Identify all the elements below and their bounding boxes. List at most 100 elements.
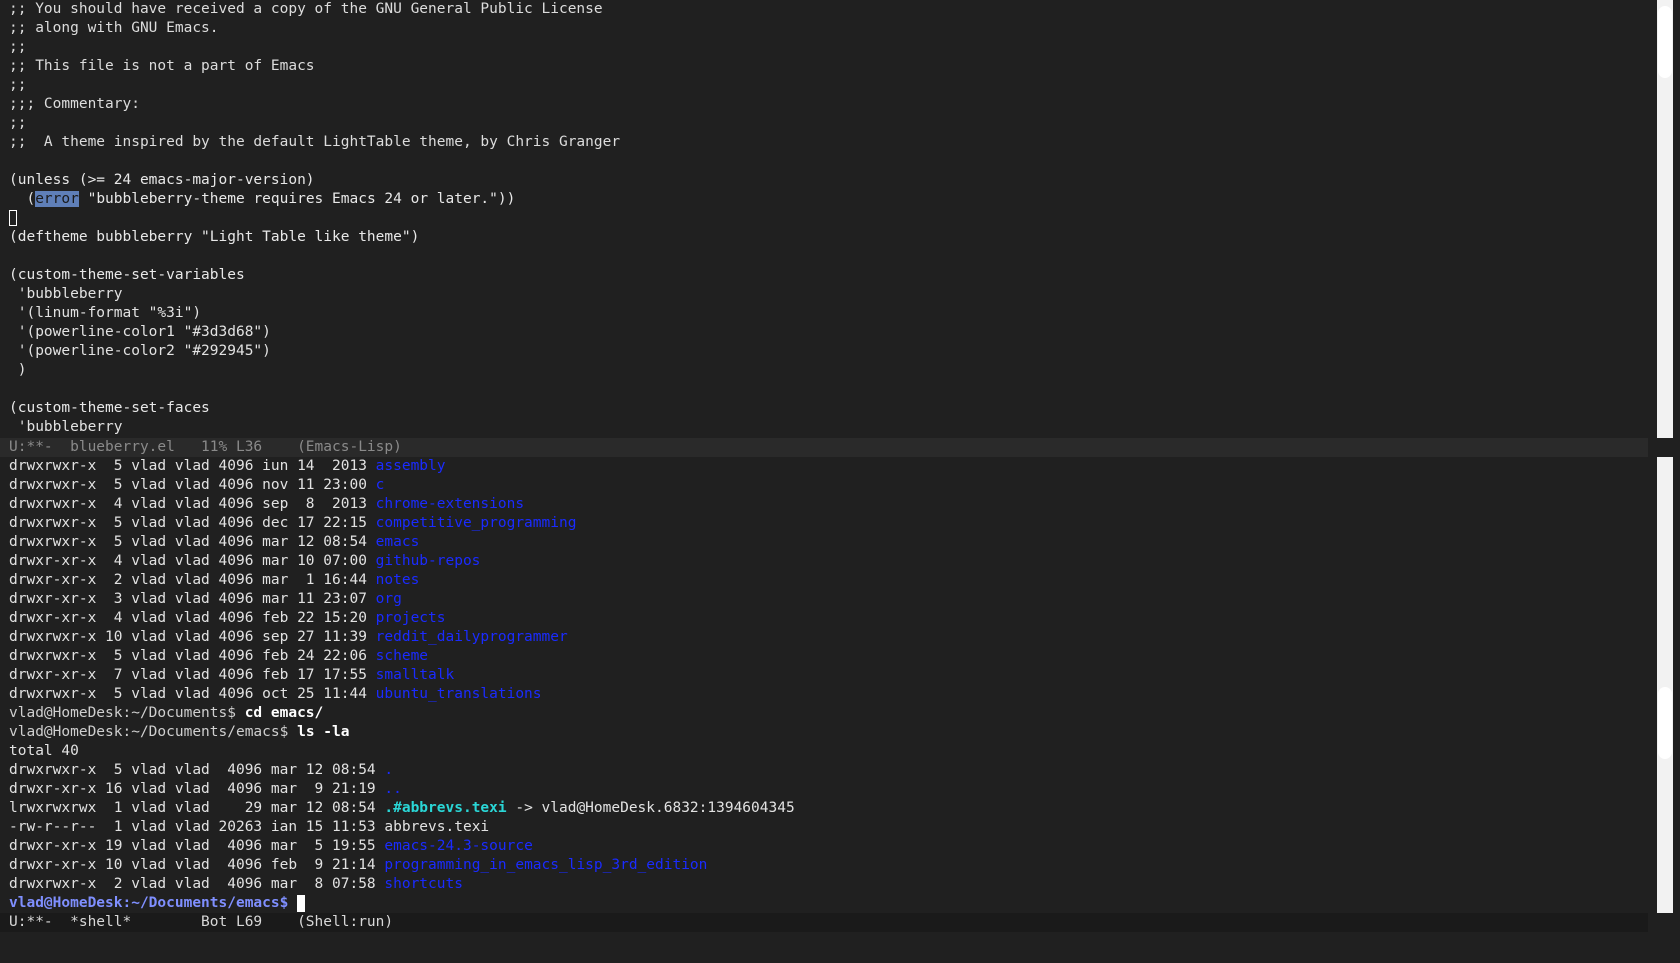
code-line: (custom-theme-set-faces: [9, 400, 210, 416]
ls-entry: drwxr-xr-x 4 vlad vlad 4096 feb 22 15:20…: [0, 609, 1648, 628]
editor-modeline: U:**- blueberry.el 11% L36 (Emacs-Lisp): [0, 438, 1648, 457]
ls-entry: drwxrwxr-x 5 vlad vlad 4096 feb 24 22:06…: [0, 647, 1648, 666]
ls-entry-meta: drwxr-xr-x 19 vlad vlad 4096 mar 5 19:55: [9, 838, 385, 854]
ls-entry-meta: drwxrwxr-x 5 vlad vlad 4096 mar 12 08:54: [9, 762, 385, 778]
ls-entry-meta: lrwxrwxrwx 1 vlad vlad 29 mar 12 08:54: [9, 800, 385, 816]
ls-entry: lrwxrwxrwx 1 vlad vlad 29 mar 12 08:54 .…: [0, 799, 1648, 818]
code-line: (deftheme bubbleberry "Light Table like …: [9, 229, 420, 245]
ls-entry: drwxrwxr-x 2 vlad vlad 4096 mar 8 07:58 …: [0, 875, 1648, 894]
ls-entry: drwxr-xr-x 3 vlad vlad 4096 mar 11 23:07…: [0, 590, 1648, 609]
code-line: ;;: [9, 77, 27, 93]
directory-name: chrome-extensions: [375, 496, 525, 512]
cursor-line: [0, 209, 1648, 228]
shell-output-total: total 40: [9, 743, 79, 759]
ls-entry: drwxrwxr-x 5 vlad vlad 4096 dec 17 22:15…: [0, 514, 1648, 533]
code-line: ;; This file is not a part of Emacs: [9, 58, 315, 74]
code-fragment: "bubbleberry-theme requires Emacs 24 or …: [78, 191, 516, 207]
directory-name: reddit_dailyprogrammer: [375, 629, 568, 645]
ls-entry-meta: drwxr-xr-x 3 vlad vlad 4096 mar 11 23:07: [9, 591, 376, 607]
echo-area: [0, 932, 1648, 951]
code-line: '(linum-format "%3i"): [9, 305, 202, 321]
code-line: '(powerline-color2 "#292945"): [9, 343, 271, 359]
shell-command-line: vlad@HomeDesk:~/Documents$ cd emacs/: [0, 704, 1648, 723]
shell-command-line: vlad@HomeDesk:~/Documents/emacs$ ls -la: [0, 723, 1648, 742]
ls-entry: drwxr-xr-x 7 vlad vlad 4096 feb 17 17:55…: [0, 666, 1648, 685]
shell-input-line[interactable]: vlad@HomeDesk:~/Documents/emacs$: [0, 894, 1648, 913]
ls-entry-meta: drwxrwxr-x 5 vlad vlad 4096 oct 25 11:44: [9, 686, 376, 702]
ls-entry-meta: drwxrwxr-x 5 vlad vlad 4096 nov 11 23:00: [9, 477, 376, 493]
shell-command: ls -la: [297, 724, 350, 740]
ls-entry: drwxr-xr-x 16 vlad vlad 4096 mar 9 21:19…: [0, 780, 1648, 799]
selected-region[interactable]: error: [35, 191, 79, 207]
ls-entry-meta: -rw-r--r-- 1 vlad vlad 20263 ian 15 11:5…: [9, 819, 385, 835]
ls-entry: drwxrwxr-x 5 vlad vlad 4096 nov 11 23:00…: [0, 476, 1648, 495]
shell-scrollbar-thumb[interactable]: [1658, 687, 1672, 759]
ls-entry-meta: drwxrwxr-x 2 vlad vlad 4096 mar 8 07:58: [9, 876, 385, 892]
directory-name: ubuntu_translations: [375, 686, 542, 702]
ls-entry: drwxr-xr-x 2 vlad vlad 4096 mar 1 16:44 …: [0, 571, 1648, 590]
ls-entry: -rw-r--r-- 1 vlad vlad 20263 ian 15 11:5…: [0, 818, 1648, 837]
editor-scrollbar-thumb[interactable]: [1658, 6, 1672, 78]
shell-pane[interactable]: drwxrwxr-x 5 vlad vlad 4096 iun 14 2013 …: [0, 457, 1648, 913]
ls-entry-meta: drwxr-xr-x 2 vlad vlad 4096 mar 1 16:44: [9, 572, 376, 588]
directory-name: org: [375, 591, 402, 607]
directory-name: competitive_programming: [375, 515, 577, 531]
directory-name: projects: [375, 610, 446, 626]
ls-entry: drwxrwxr-x 4 vlad vlad 4096 sep 8 2013 c…: [0, 495, 1648, 514]
directory-name: ..: [384, 781, 402, 797]
editor-pane[interactable]: ;; You should have received a copy of th…: [0, 0, 1648, 438]
shell-scrollbar[interactable]: [1657, 457, 1673, 913]
code-line-error: (error "bubbleberry-theme requires Emacs…: [0, 190, 1648, 209]
directory-name: smalltalk: [375, 667, 455, 683]
ls-entry: drwxrwxr-x 10 vlad vlad 4096 sep 27 11:3…: [0, 628, 1648, 647]
ls-entry-meta: drwxrwxr-x 10 vlad vlad 4096 sep 27 11:3…: [9, 629, 376, 645]
directory-name: programming_in_emacs_lisp_3rd_edition: [384, 857, 708, 873]
ls-entry: drwxrwxr-x 5 vlad vlad 4096 iun 14 2013 …: [0, 457, 1648, 476]
code-line: ;;; Commentary:: [9, 96, 140, 112]
directory-name: notes: [375, 572, 420, 588]
shell-prompt: vlad@HomeDesk:~/Documents/emacs$: [9, 724, 298, 740]
directory-name: scheme: [375, 648, 429, 664]
code-line: ;;: [9, 39, 27, 55]
symlink-target: -> vlad@HomeDesk.6832:1394604345: [506, 800, 795, 816]
code-line: ;; You should have received a copy of th…: [9, 1, 603, 17]
editor-scrollbar[interactable]: [1657, 0, 1673, 438]
ls-entry-meta: drwxrwxr-x 5 vlad vlad 4096 iun 14 2013: [9, 458, 376, 474]
ls-entry: drwxrwxr-x 5 vlad vlad 4096 mar 12 08:54…: [0, 533, 1648, 552]
text-cursor: [297, 894, 306, 912]
directory-name: emacs: [375, 534, 420, 550]
ls-entry-meta: drwxrwxr-x 4 vlad vlad 4096 sep 8 2013: [9, 496, 376, 512]
ls-entry: drwxr-xr-x 4 vlad vlad 4096 mar 10 07:00…: [0, 552, 1648, 571]
ls-entry-meta: drwxr-xr-x 4 vlad vlad 4096 feb 22 15:20: [9, 610, 376, 626]
ls-entry-meta: drwxrwxr-x 5 vlad vlad 4096 dec 17 22:15: [9, 515, 376, 531]
ls-entry: drwxr-xr-x 19 vlad vlad 4096 mar 5 19:55…: [0, 837, 1648, 856]
directory-name: github-repos: [375, 553, 481, 569]
code-fragment: (: [9, 191, 36, 207]
code-line: ;; A theme inspired by the default Light…: [9, 134, 621, 150]
code-line: ;;: [9, 115, 27, 131]
shell-prompt: vlad@HomeDesk:~/Documents$: [9, 705, 245, 721]
shell-modeline: U:**- *shell* Bot L69 (Shell:run): [0, 913, 1648, 932]
ls-entry-meta: drwxrwxr-x 5 vlad vlad 4096 feb 24 22:06: [9, 648, 376, 664]
shell-prompt: vlad@HomeDesk:~/Documents/emacs$: [9, 895, 298, 911]
ls-entry-meta: drwxr-xr-x 7 vlad vlad 4096 feb 17 17:55: [9, 667, 376, 683]
shell-command: cd emacs/: [244, 705, 324, 721]
code-line: 'bubbleberry: [9, 286, 123, 302]
ls-entry: drwxrwxr-x 5 vlad vlad 4096 mar 12 08:54…: [0, 761, 1648, 780]
emacs-frame: ;; You should have received a copy of th…: [0, 0, 1680, 963]
directory-name: assembly: [375, 458, 446, 474]
ls-entry: drwxrwxr-x 5 vlad vlad 4096 oct 25 11:44…: [0, 685, 1648, 704]
ls-entry-meta: drwxrwxr-x 5 vlad vlad 4096 mar 12 08:54: [9, 534, 376, 550]
code-line: ): [9, 362, 27, 378]
directory-name: c: [375, 477, 385, 493]
code-line: (custom-theme-set-variables: [9, 267, 245, 283]
code-line: ;; along with GNU Emacs.: [9, 20, 219, 36]
ls-entry-meta: drwxr-xr-x 10 vlad vlad 4096 feb 9 21:14: [9, 857, 385, 873]
code-line: '(powerline-color1 "#3d3d68"): [9, 324, 271, 340]
symlink-name: .#abbrevs.texi: [384, 800, 507, 816]
directory-name: shortcuts: [384, 876, 463, 892]
text-cursor: [9, 210, 17, 226]
directory-name: .: [384, 762, 394, 778]
